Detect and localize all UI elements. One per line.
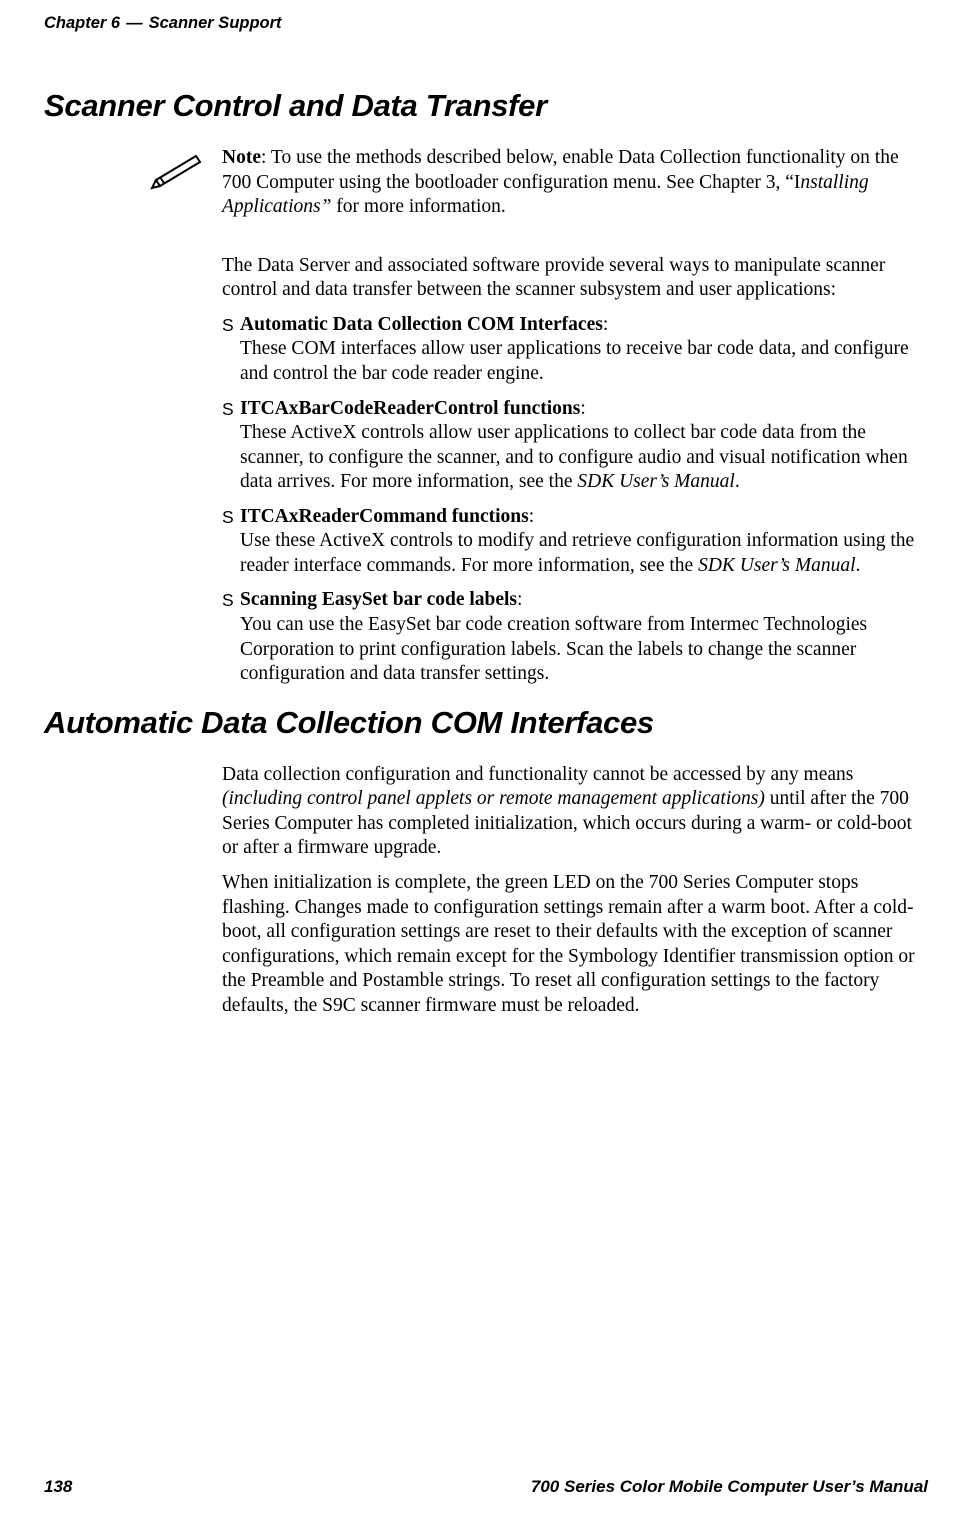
list-item: ITCAxBarCodeReaderControl functions: The… xyxy=(222,397,928,495)
note-block: Note: To use the methods described below… xyxy=(44,146,928,230)
note-icon xyxy=(150,150,204,190)
header-title: Scanner Support xyxy=(149,14,282,32)
note-text: Note: To use the methods described below… xyxy=(222,146,928,230)
list-item-title: Automatic Data Collection COM Interfaces xyxy=(240,314,603,335)
list-item: Scanning EasySet bar code labels: You ca… xyxy=(222,588,928,686)
section-heading-adc-com: Automatic Data Collection COM Interfaces xyxy=(44,705,928,741)
list-item-italic: SDK User’s Manual xyxy=(577,471,734,492)
list-item-body2: . xyxy=(856,555,861,576)
list-item: ITCAxReaderCommand functions: Use these … xyxy=(222,505,928,579)
list-item-italic: SDK User’s Manual xyxy=(698,555,855,576)
feature-list: Automatic Data Collection COM Interfaces… xyxy=(222,313,928,687)
note-body: : To use the methods described below, en… xyxy=(222,147,899,193)
list-item-body: You can use the EasySet bar code creatio… xyxy=(240,614,867,684)
section-heading-scanner-control: Scanner Control and Data Transfer xyxy=(44,88,928,124)
section2-body: Data collection configuration and functi… xyxy=(222,763,928,1019)
section1-intro: The Data Server and associated software … xyxy=(222,254,928,303)
section1-body: The Data Server and associated software … xyxy=(222,254,928,687)
note-label: Note xyxy=(222,147,261,168)
note-icon-container xyxy=(44,146,222,190)
list-item: Automatic Data Collection COM Interfaces… xyxy=(222,313,928,387)
list-item-title: Scanning EasySet bar code labels xyxy=(240,589,517,610)
list-item-body: These COM interfaces allow user applicat… xyxy=(240,338,909,384)
list-item-body2: . xyxy=(735,471,740,492)
section2-p2: When initialization is complete, the gre… xyxy=(222,871,928,1018)
section2-p1: Data collection configuration and functi… xyxy=(222,763,928,861)
list-item-title: ITCAxBarCodeReaderControl functions xyxy=(240,398,580,419)
page-header: Chapter 6 — Scanner Support xyxy=(44,14,928,33)
list-item-title: ITCAxReaderCommand functions xyxy=(240,506,529,527)
p1i: (including control panel applets or remo… xyxy=(222,788,765,809)
page-footer: 138 700 Series Color Mobile Computer Use… xyxy=(44,1477,928,1497)
header-chapter: Chapter 6 xyxy=(44,14,120,32)
note-paragraph: Note: To use the methods described below… xyxy=(222,146,928,220)
note-after: for more information. xyxy=(336,196,506,217)
list-item-body: These ActiveX controls allow user applic… xyxy=(240,422,908,492)
footer-title: 700 Series Color Mobile Computer User’s … xyxy=(531,1477,928,1497)
p1a: Data collection configuration and functi… xyxy=(222,764,853,785)
page-content: Scanner Control and Data Transfer Note: … xyxy=(44,70,928,1028)
header-dash: — xyxy=(126,14,143,32)
page-number: 138 xyxy=(44,1477,72,1497)
